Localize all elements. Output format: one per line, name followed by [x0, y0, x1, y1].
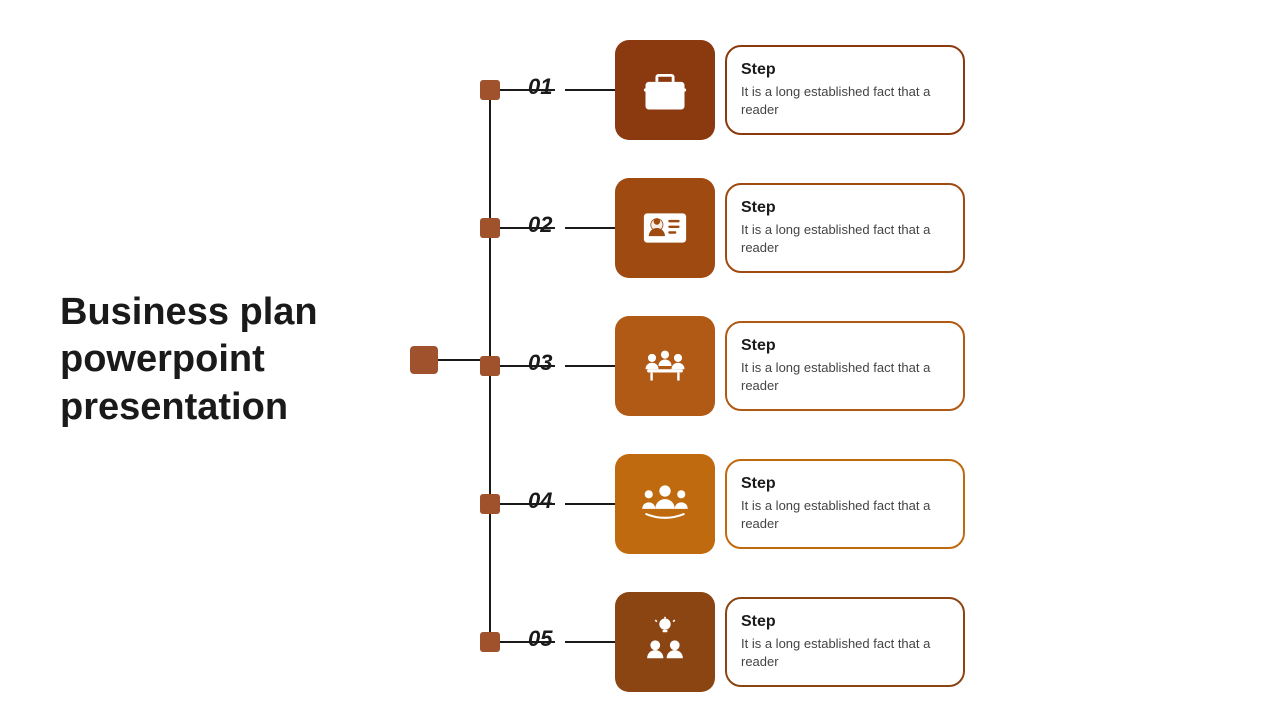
card-body-1: It is a long established fact that a rea… — [741, 83, 949, 119]
card-title-2: Step — [741, 199, 949, 217]
briefcase-icon — [639, 64, 691, 116]
h-line-to-icon-2 — [565, 227, 615, 229]
text-card-1: Step It is a long established fact that … — [725, 45, 965, 135]
tree-container: 01 Step It is a long established fact th… — [380, 10, 1280, 710]
spine-node-2 — [480, 218, 500, 238]
text-card-5: Step It is a long established fact that … — [725, 597, 965, 687]
spine-node-4 — [480, 494, 500, 514]
spine-node-1 — [480, 80, 500, 100]
spine-node-3 — [480, 356, 500, 376]
h-line-to-icon-5 — [565, 641, 615, 643]
h-line-to-icon-1 — [565, 89, 615, 91]
team-icon — [639, 478, 691, 530]
icon-box-2 — [615, 178, 715, 278]
idea-team-icon — [639, 616, 691, 668]
text-card-4: Step It is a long established fact that … — [725, 459, 965, 549]
h-line-to-icon-4 — [565, 503, 615, 505]
page-title: Business plan powerpoint presentation — [60, 289, 380, 432]
step-number-4: 04 — [528, 488, 552, 514]
icon-box-4 — [615, 454, 715, 554]
spine-node-5 — [480, 632, 500, 652]
card-title-3: Step — [741, 337, 949, 355]
page-container: Business plan powerpoint presentation 01 — [0, 0, 1280, 720]
card-body-4: It is a long established fact that a rea… — [741, 497, 949, 533]
left-section: Business plan powerpoint presentation — [0, 289, 380, 432]
meeting-icon — [639, 340, 691, 392]
step-number-5: 05 — [528, 626, 552, 652]
step-number-3: 03 — [528, 350, 552, 376]
card-body-3: It is a long established fact that a rea… — [741, 359, 949, 395]
card-body-5: It is a long established fact that a rea… — [741, 635, 949, 671]
card-body-2: It is a long established fact that a rea… — [741, 221, 949, 257]
card-title-5: Step — [741, 613, 949, 631]
center-connector — [410, 346, 438, 374]
text-card-2: Step It is a long established fact that … — [725, 183, 965, 273]
id-card-icon — [639, 202, 691, 254]
right-section: 01 Step It is a long established fact th… — [380, 0, 1280, 720]
step-number-2: 02 — [528, 212, 552, 238]
card-title-4: Step — [741, 475, 949, 493]
icon-box-3 — [615, 316, 715, 416]
icon-box-1 — [615, 40, 715, 140]
icon-box-5 — [615, 592, 715, 692]
text-card-3: Step It is a long established fact that … — [725, 321, 965, 411]
card-title-1: Step — [741, 61, 949, 79]
h-line-to-icon-3 — [565, 365, 615, 367]
step-number-1: 01 — [528, 74, 552, 100]
